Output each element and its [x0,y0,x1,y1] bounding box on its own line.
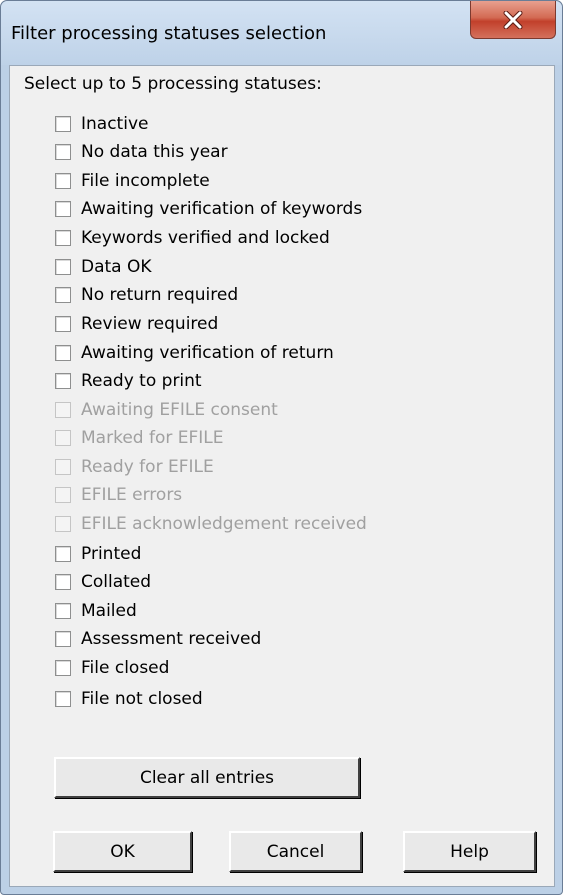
checkbox-ready-to-print[interactable] [55,373,71,389]
status-label: File incomplete [81,171,210,191]
checkbox-file-incomplete[interactable] [55,173,71,189]
status-row-ready-for-efile: Ready for EFILE [55,456,214,478]
checkbox-no-return-required[interactable] [55,287,71,303]
checkbox-file-closed[interactable] [55,660,71,676]
status-label: Assessment received [81,629,262,649]
checkbox-awaiting-verification-of-return[interactable] [55,345,71,361]
status-row-review-required[interactable]: Review required [55,313,218,335]
clear-all-button[interactable]: Clear all entries [54,757,360,798]
status-row-file-incomplete[interactable]: File incomplete [55,170,210,192]
status-label: Collated [81,572,152,592]
status-row-collated[interactable]: Collated [55,571,151,593]
status-label: File closed [81,658,170,678]
status-row-awaiting-verification-of-keywords[interactable]: Awaiting verification of keywords [55,198,362,220]
status-label: Marked for EFILE [81,428,224,448]
cancel-button[interactable]: Cancel [229,831,362,872]
checkbox-assessment-received[interactable] [55,631,71,647]
help-button[interactable]: Help [403,831,536,872]
status-row-data-ok[interactable]: Data OK [55,256,152,278]
status-label: File not closed [81,689,203,709]
window-title: Filter processing statuses selection [11,23,327,44]
checkbox-awaiting-verification-of-keywords[interactable] [55,201,71,217]
status-row-file-not-closed[interactable]: File not closed [55,688,203,710]
status-row-no-data-this-year[interactable]: No data this year [55,141,228,163]
instruction-label: Select up to 5 processing statuses: [24,74,322,94]
status-label: Keywords verified and locked [81,228,330,248]
status-label: Ready to print [81,371,202,391]
status-row-keywords-verified-and-locked[interactable]: Keywords verified and locked [55,227,330,249]
checkbox-mailed[interactable] [55,603,71,619]
status-row-mailed[interactable]: Mailed [55,600,137,622]
checkbox-no-data-this-year[interactable] [55,144,71,160]
checkbox-keywords-verified-and-locked[interactable] [55,230,71,246]
status-row-efile-errors: EFILE errors [55,484,182,506]
checkbox-efile-acknowledgement-received [55,516,71,532]
status-label: Review required [81,314,219,334]
status-label: No return required [81,285,239,305]
status-row-ready-to-print[interactable]: Ready to print [55,370,202,392]
status-label: Inactive [81,114,149,134]
status-label: Awaiting EFILE consent [81,400,278,420]
status-row-assessment-received[interactable]: Assessment received [55,628,261,650]
status-label: Ready for EFILE [81,457,214,477]
status-label: Data OK [81,257,152,277]
ok-button[interactable]: OK [53,831,192,872]
status-row-no-return-required[interactable]: No return required [55,284,238,306]
status-row-efile-acknowledgement-received: EFILE acknowledgement received [55,513,367,535]
checkbox-efile-errors [55,487,71,503]
status-label: EFILE errors [81,485,183,505]
checkbox-inactive[interactable] [55,116,71,132]
checkbox-marked-for-efile [55,430,71,446]
checkbox-collated[interactable] [55,574,71,590]
checkbox-file-not-closed[interactable] [55,691,71,707]
title-bar[interactable]: Filter processing statuses selection [1,1,562,65]
status-row-awaiting-verification-of-return[interactable]: Awaiting verification of return [55,342,334,364]
checkbox-ready-for-efile [55,459,71,475]
checkbox-printed[interactable] [55,546,71,562]
status-row-printed[interactable]: Printed [55,543,141,565]
status-label: Awaiting verification of return [81,343,334,363]
checkbox-review-required[interactable] [55,316,71,332]
checkbox-awaiting-efile-consent [55,402,71,418]
status-label: No data this year [81,142,228,162]
status-label: Printed [81,544,142,564]
close-icon [503,10,523,29]
status-label: EFILE acknowledgement received [81,514,367,534]
status-row-file-closed[interactable]: File closed [55,657,169,679]
status-row-awaiting-efile-consent: Awaiting EFILE consent [55,399,278,421]
status-label: Awaiting verification of keywords [81,199,363,219]
status-label: Mailed [81,601,137,621]
checkbox-data-ok[interactable] [55,259,71,275]
close-button[interactable] [470,1,556,39]
status-row-marked-for-efile: Marked for EFILE [55,427,224,449]
status-row-inactive[interactable]: Inactive [55,113,148,135]
